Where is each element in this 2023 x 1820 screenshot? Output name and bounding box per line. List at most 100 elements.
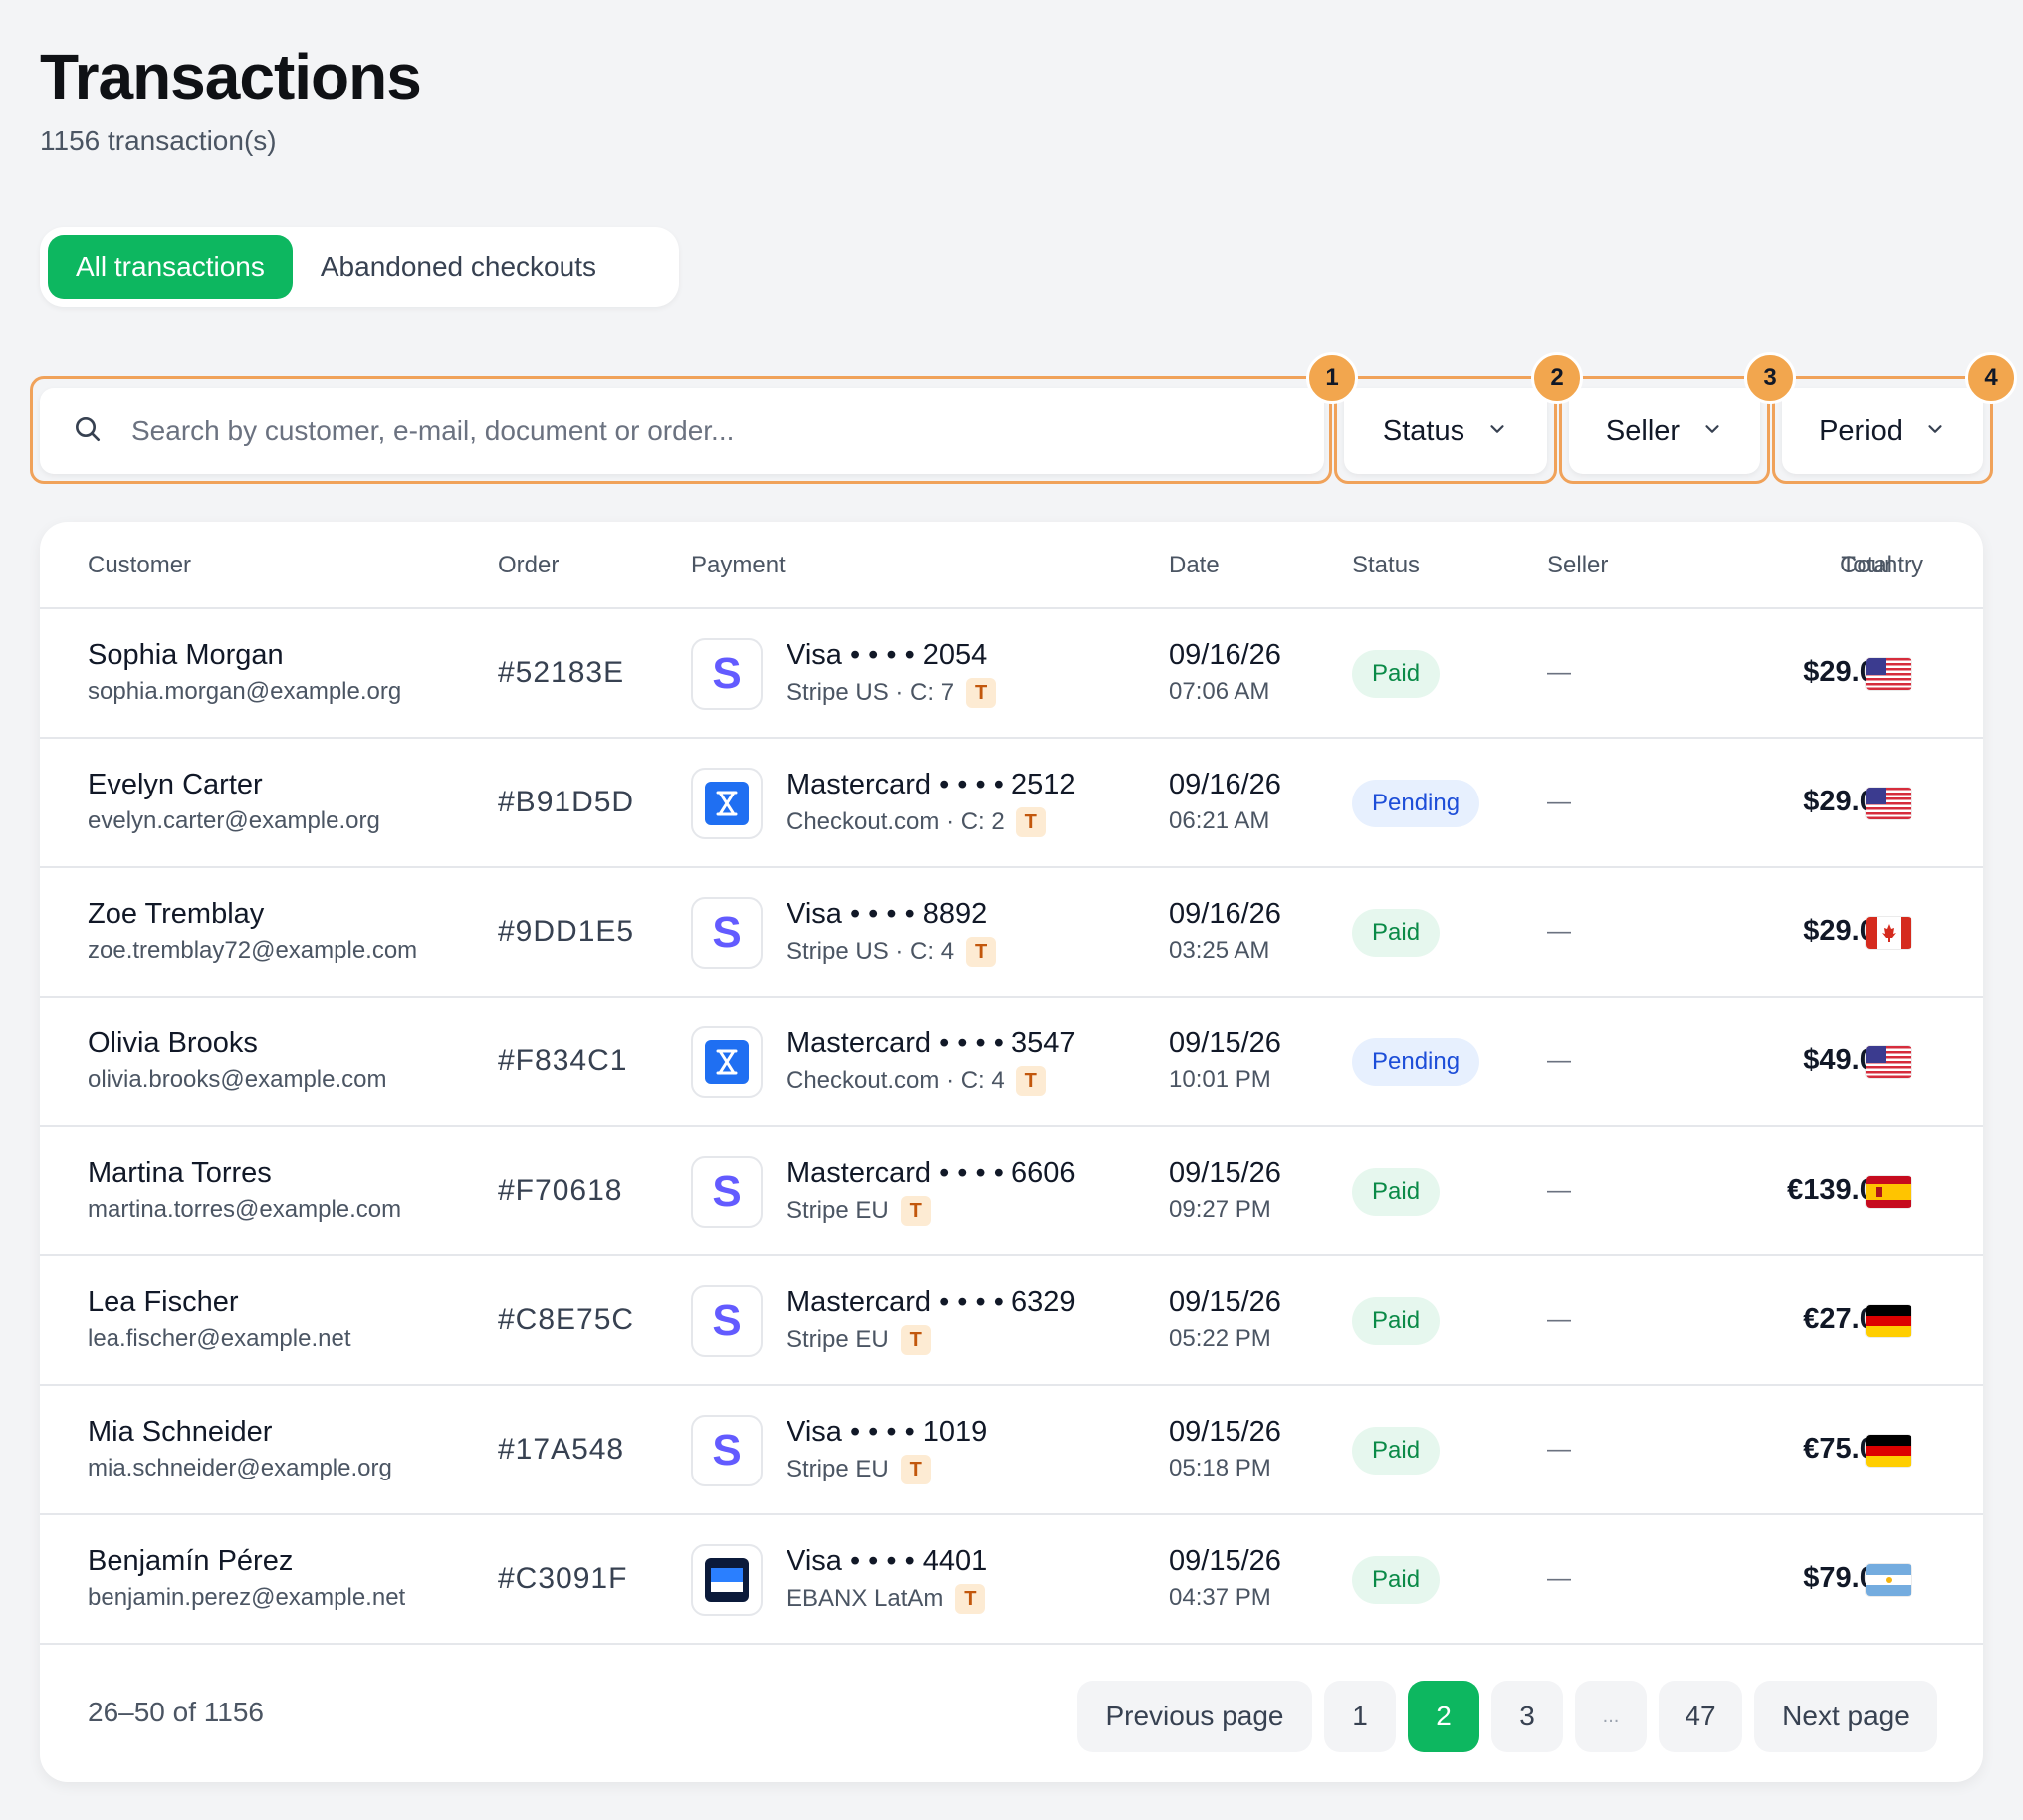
transaction-date: 09/15/26 — [1169, 1157, 1281, 1189]
search-field[interactable] — [40, 388, 1324, 474]
seller-filter-button[interactable]: Seller — [1569, 388, 1760, 474]
date-cell: 09/16/26 06:21 AM — [1169, 769, 1281, 835]
total-amount: $29.00 — [1803, 786, 1892, 817]
tab-abandoned-checkouts[interactable]: Abandoned checkouts — [293, 235, 624, 299]
status-badge: Paid — [1352, 1427, 1441, 1475]
tag-badge: T — [900, 1455, 931, 1484]
total-amount: $79.00 — [1803, 1562, 1892, 1594]
order-id[interactable]: #17A548 — [498, 1433, 624, 1467]
tag-badge: T — [966, 937, 997, 967]
status-badge: Paid — [1352, 650, 1441, 698]
page-button-47[interactable]: 47 — [1659, 1681, 1742, 1752]
svg-text:S: S — [712, 1168, 741, 1216]
de-flag-icon — [1866, 1305, 1911, 1337]
table-row[interactable]: Olivia Brooks olivia.brooks@example.com #F… — [40, 998, 1983, 1127]
transaction-date: 09/15/26 — [1169, 1416, 1281, 1448]
status-badge: Paid — [1352, 1168, 1441, 1216]
order-id[interactable]: #52183E — [498, 656, 624, 690]
customer-name[interactable]: Lea Fischer — [88, 1286, 351, 1319]
order-id[interactable]: #C3091F — [498, 1562, 627, 1596]
customer-name[interactable]: Olivia Brooks — [88, 1027, 386, 1060]
customer-name[interactable]: Zoe Tremblay — [88, 898, 417, 931]
customer-name[interactable]: Mia Schneider — [88, 1416, 392, 1449]
order-id[interactable]: #B91D5D — [498, 786, 634, 819]
table-row[interactable]: Benjamín Pérez benjamin.perez@example.net… — [40, 1515, 1983, 1645]
column-header-customer[interactable]: Customer — [88, 552, 191, 579]
page-ellipsis: ... — [1575, 1681, 1647, 1752]
date-cell: 09/16/26 07:06 AM — [1169, 639, 1281, 706]
column-header-payment[interactable]: Payment — [691, 552, 786, 579]
transaction-date: 09/15/26 — [1169, 1545, 1281, 1577]
stripe-icon: S — [691, 638, 763, 710]
date-cell: 09/16/26 03:25 AM — [1169, 898, 1281, 965]
customer-cell: Sophia Morgan sophia.morgan@example.org — [88, 639, 401, 706]
svg-text:S: S — [712, 1427, 741, 1475]
card-info: Mastercard • • • • 6329 — [787, 1286, 1076, 1318]
page-button-2[interactable]: 2 — [1408, 1681, 1479, 1752]
table-row[interactable]: Sophia Morgan sophia.morgan@example.org #5… — [40, 609, 1983, 739]
customer-cell: Zoe Tremblay zoe.tremblay72@example.com — [88, 898, 417, 965]
transaction-time: 09:27 PM — [1169, 1196, 1271, 1223]
annotation-marker-3: 3 — [1744, 352, 1796, 404]
ar-flag-icon — [1866, 1564, 1911, 1596]
customer-name[interactable]: Martina Torres — [88, 1157, 401, 1190]
chevron-down-icon — [1924, 415, 1946, 448]
customer-cell: Benjamín Pérez benjamin.perez@example.net — [88, 1545, 405, 1612]
gateway-info: EBANX LatAm — [787, 1585, 944, 1612]
column-header-country[interactable]: Country — [1840, 552, 1923, 579]
seller-value: — — [1547, 1436, 1571, 1463]
status-badge: Paid — [1352, 1556, 1441, 1604]
date-cell: 09/15/26 10:01 PM — [1169, 1027, 1281, 1094]
tag-badge: T — [1015, 807, 1046, 837]
total-amount: €27.00 — [1803, 1303, 1892, 1335]
transaction-time: 04:37 PM — [1169, 1584, 1271, 1611]
payment-cell: Visa • • • • 1019 Stripe EU T — [787, 1416, 987, 1484]
card-info: Mastercard • • • • 6606 — [787, 1157, 1076, 1189]
stripe-icon: S — [691, 1156, 763, 1228]
column-header-order[interactable]: Order — [498, 552, 559, 579]
order-id[interactable]: #F834C1 — [498, 1044, 627, 1078]
period-filter-label: Period — [1819, 414, 1903, 447]
column-header-status[interactable]: Status — [1352, 552, 1420, 579]
ebanx-icon — [691, 1544, 763, 1616]
period-filter-button[interactable]: Period — [1782, 388, 1983, 474]
table-row[interactable]: Zoe Tremblay zoe.tremblay72@example.com #9… — [40, 868, 1983, 998]
customer-name[interactable]: Sophia Morgan — [88, 639, 401, 672]
next-page-button[interactable]: Next page — [1754, 1681, 1937, 1752]
order-id[interactable]: #F70618 — [498, 1174, 622, 1208]
page-button-1[interactable]: 1 — [1324, 1681, 1396, 1752]
customer-cell: Lea Fischer lea.fischer@example.net — [88, 1286, 351, 1353]
payment-cell: Mastercard • • • • 6606 Stripe EU T — [787, 1157, 1075, 1226]
customer-email: evelyn.carter@example.org — [88, 807, 380, 834]
page-button-3[interactable]: 3 — [1491, 1681, 1563, 1752]
date-cell: 09/15/26 05:18 PM — [1169, 1416, 1281, 1482]
us-flag-icon — [1866, 788, 1911, 819]
gateway-info: Checkout.com · C: 4 — [787, 1067, 1005, 1094]
table-row[interactable]: Evelyn Carter evelyn.carter@example.org #B… — [40, 739, 1983, 868]
table-row[interactable]: Mia Schneider mia.schneider@example.org #1… — [40, 1386, 1983, 1515]
tab-all-transactions[interactable]: All transactions — [48, 235, 293, 299]
customer-name[interactable]: Evelyn Carter — [88, 769, 380, 801]
search-icon — [72, 413, 104, 450]
column-header-seller[interactable]: Seller — [1547, 552, 1608, 579]
order-id[interactable]: #C8E75C — [498, 1303, 634, 1337]
total-amount: €139.00 — [1787, 1174, 1892, 1206]
payment-cell: Visa • • • • 4401 EBANX LatAm T — [787, 1545, 987, 1614]
stripe-icon: S — [691, 897, 763, 969]
pagination-range: 26–50 of 1156 — [88, 1697, 264, 1727]
status-badge: Paid — [1352, 1297, 1441, 1345]
chevron-down-icon — [1486, 415, 1508, 448]
transaction-count: 1156 transaction(s) — [40, 125, 277, 156]
table-row[interactable]: Martina Torres martina.torres@example.com… — [40, 1127, 1983, 1256]
total-amount: $29.00 — [1803, 915, 1892, 947]
search-input[interactable] — [131, 415, 1276, 447]
customer-name[interactable]: Benjamín Pérez — [88, 1545, 405, 1578]
column-header-date[interactable]: Date — [1169, 552, 1220, 579]
table-row[interactable]: Lea Fischer lea.fischer@example.net #C8E75… — [40, 1256, 1983, 1386]
payment-cell: Mastercard • • • • 3547 Checkout.com · C:… — [787, 1027, 1075, 1096]
order-id[interactable]: #9DD1E5 — [498, 915, 634, 949]
customer-cell: Martina Torres martina.torres@example.com — [88, 1157, 401, 1224]
previous-page-button[interactable]: Previous page — [1077, 1681, 1312, 1752]
date-cell: 09/15/26 09:27 PM — [1169, 1157, 1281, 1224]
status-filter-button[interactable]: Status — [1344, 388, 1547, 474]
